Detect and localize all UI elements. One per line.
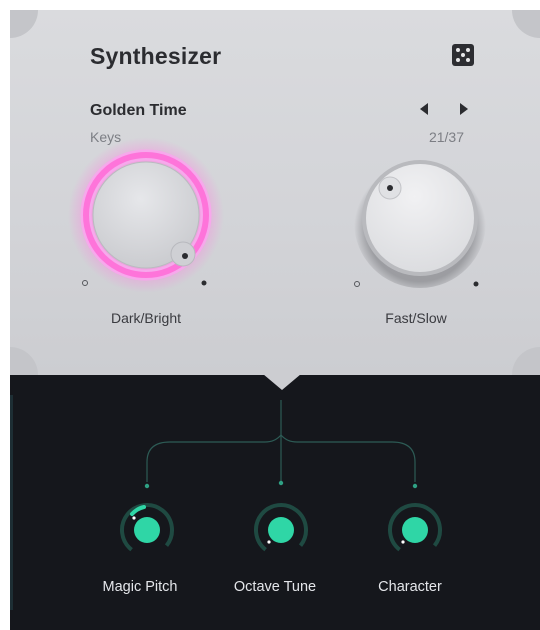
character-knob[interactable]: [382, 497, 448, 563]
magic-pitch-knob[interactable]: [114, 497, 180, 563]
knob-label-magic-pitch: Magic Pitch: [102, 579, 178, 595]
plugin-window: Synthesizer Golden Time Keys 21/37 Dark/…: [10, 10, 540, 630]
knob-label-octave-tune: Octave Tune: [233, 579, 317, 595]
octave-tune-knob[interactable]: [248, 497, 314, 563]
knob-label-character: Character: [378, 579, 442, 595]
